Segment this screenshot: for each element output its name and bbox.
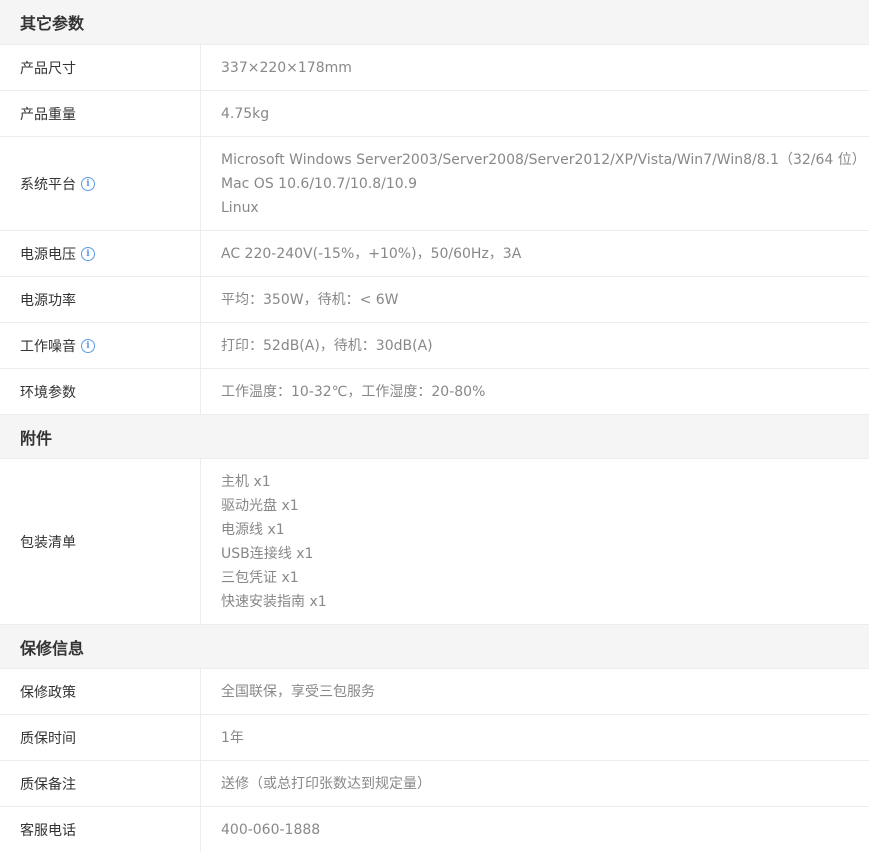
spec-row: 电源功率 平均：350W，待机：< 6W [0, 276, 869, 322]
spec-label-text: 产品尺寸 [20, 60, 76, 77]
spec-value-line: 工作温度：10-32℃，工作湿度：20-80% [221, 384, 486, 400]
spec-value-line: 驱动光盘 x1 [221, 498, 299, 514]
spec-value: AC 220-240V(-15%，+10%)，50/60Hz，3A [201, 231, 869, 276]
spec-row: 客服电话 400-060-1888 [0, 806, 869, 852]
spec-label-text: 质保备注 [20, 776, 76, 793]
spec-row: 包装清单 主机 x1 驱动光盘 x1 电源线 x1 USB连接线 x1 三包凭证 x1 快速… [0, 458, 869, 624]
spec-label: 产品重量 [0, 91, 201, 136]
spec-label-text: 保修政策 [20, 684, 76, 701]
info-icon[interactable]: i [81, 176, 95, 191]
spec-row: 工作噪音 i 打印：52dB(A)，待机：30dB(A) [0, 322, 869, 368]
spec-value-line: 337×220×178mm [221, 60, 352, 76]
spec-label: 质保备注 [0, 761, 201, 806]
spec-label-text: 系统平台 [20, 176, 76, 193]
spec-label: 客服电话 [0, 807, 201, 852]
spec-value-line: 三包凭证 x1 [221, 570, 299, 586]
spec-value: 400-060-1888 [201, 807, 869, 852]
spec-label: 保修政策 [0, 669, 201, 714]
spec-value-line: AC 220-240V(-15%，+10%)，50/60Hz，3A [221, 246, 522, 262]
spec-label-text: 产品重量 [20, 106, 76, 123]
spec-value-line: 平均：350W，待机：< 6W [221, 292, 399, 308]
section-header: 其它参数 [0, 0, 869, 44]
spec-value: Microsoft Windows Server2003/Server2008/… [201, 137, 869, 230]
spec-value: 1年 [201, 715, 869, 760]
spec-row: 质保备注 送修（或总打印张数达到规定量） [0, 760, 869, 806]
spec-value-line: Microsoft Windows Server2003/Server2008/… [221, 152, 866, 168]
spec-value-line: 快速安装指南 x1 [221, 594, 327, 610]
spec-label: 工作噪音 i [0, 323, 201, 368]
spec-value-line: 送修（或总打印张数达到规定量） [221, 776, 431, 792]
spec-label: 环境参数 [0, 369, 201, 414]
spec-label-text: 质保时间 [20, 730, 76, 747]
spec-row: 产品重量 4.75kg [0, 90, 869, 136]
spec-label: 质保时间 [0, 715, 201, 760]
info-icon[interactable]: i [81, 246, 95, 261]
spec-value-line: 全国联保，享受三包服务 [221, 684, 375, 700]
info-icon[interactable]: i [81, 338, 95, 353]
spec-row: 产品尺寸 337×220×178mm [0, 44, 869, 90]
spec-value-line: 400-060-1888 [221, 822, 321, 838]
spec-value-line: 1年 [221, 730, 244, 746]
spec-label-text: 环境参数 [20, 384, 76, 401]
spec-value: 主机 x1 驱动光盘 x1 电源线 x1 USB连接线 x1 三包凭证 x1 快速安装指南… [201, 459, 869, 624]
spec-value-line: Linux [221, 200, 259, 216]
spec-label: 电源功率 [0, 277, 201, 322]
spec-row: 保修政策 全国联保，享受三包服务 [0, 668, 869, 714]
spec-value: 打印：52dB(A)，待机：30dB(A) [201, 323, 869, 368]
spec-value: 平均：350W，待机：< 6W [201, 277, 869, 322]
spec-table: 其它参数产品尺寸 337×220×178mm 产品重量 4.75kg 系统平台 i Micr… [0, 0, 869, 852]
section-header: 保修信息 [0, 624, 869, 668]
spec-label: 产品尺寸 [0, 45, 201, 90]
spec-label-text: 电源电压 [20, 246, 76, 263]
spec-label-text: 工作噪音 [20, 338, 76, 355]
spec-value: 337×220×178mm [201, 45, 869, 90]
spec-label: 电源电压 i [0, 231, 201, 276]
spec-label-text: 包装清单 [20, 534, 76, 551]
spec-value: 4.75kg [201, 91, 869, 136]
spec-label-text: 客服电话 [20, 822, 76, 839]
spec-value-line: USB连接线 x1 [221, 546, 314, 562]
spec-label-text: 电源功率 [20, 292, 76, 309]
spec-row: 质保时间 1年 [0, 714, 869, 760]
section-header: 附件 [0, 414, 869, 458]
spec-value-line: 4.75kg [221, 106, 270, 122]
spec-value-line: 打印：52dB(A)，待机：30dB(A) [221, 338, 433, 354]
spec-value-line: 电源线 x1 [221, 522, 285, 538]
spec-label: 包装清单 [0, 459, 201, 624]
spec-value-line: 主机 x1 [221, 474, 271, 490]
spec-value: 送修（或总打印张数达到规定量） [201, 761, 869, 806]
spec-row: 环境参数 工作温度：10-32℃，工作湿度：20-80% [0, 368, 869, 414]
spec-row: 电源电压 i AC 220-240V(-15%，+10%)，50/60Hz，3A [0, 230, 869, 276]
spec-label: 系统平台 i [0, 137, 201, 230]
spec-value-line: Mac OS 10.6/10.7/10.8/10.9 [221, 176, 417, 192]
spec-row: 系统平台 i Microsoft Windows Server2003/Server… [0, 136, 869, 230]
spec-value: 工作温度：10-32℃，工作湿度：20-80% [201, 369, 869, 414]
spec-value: 全国联保，享受三包服务 [201, 669, 869, 714]
